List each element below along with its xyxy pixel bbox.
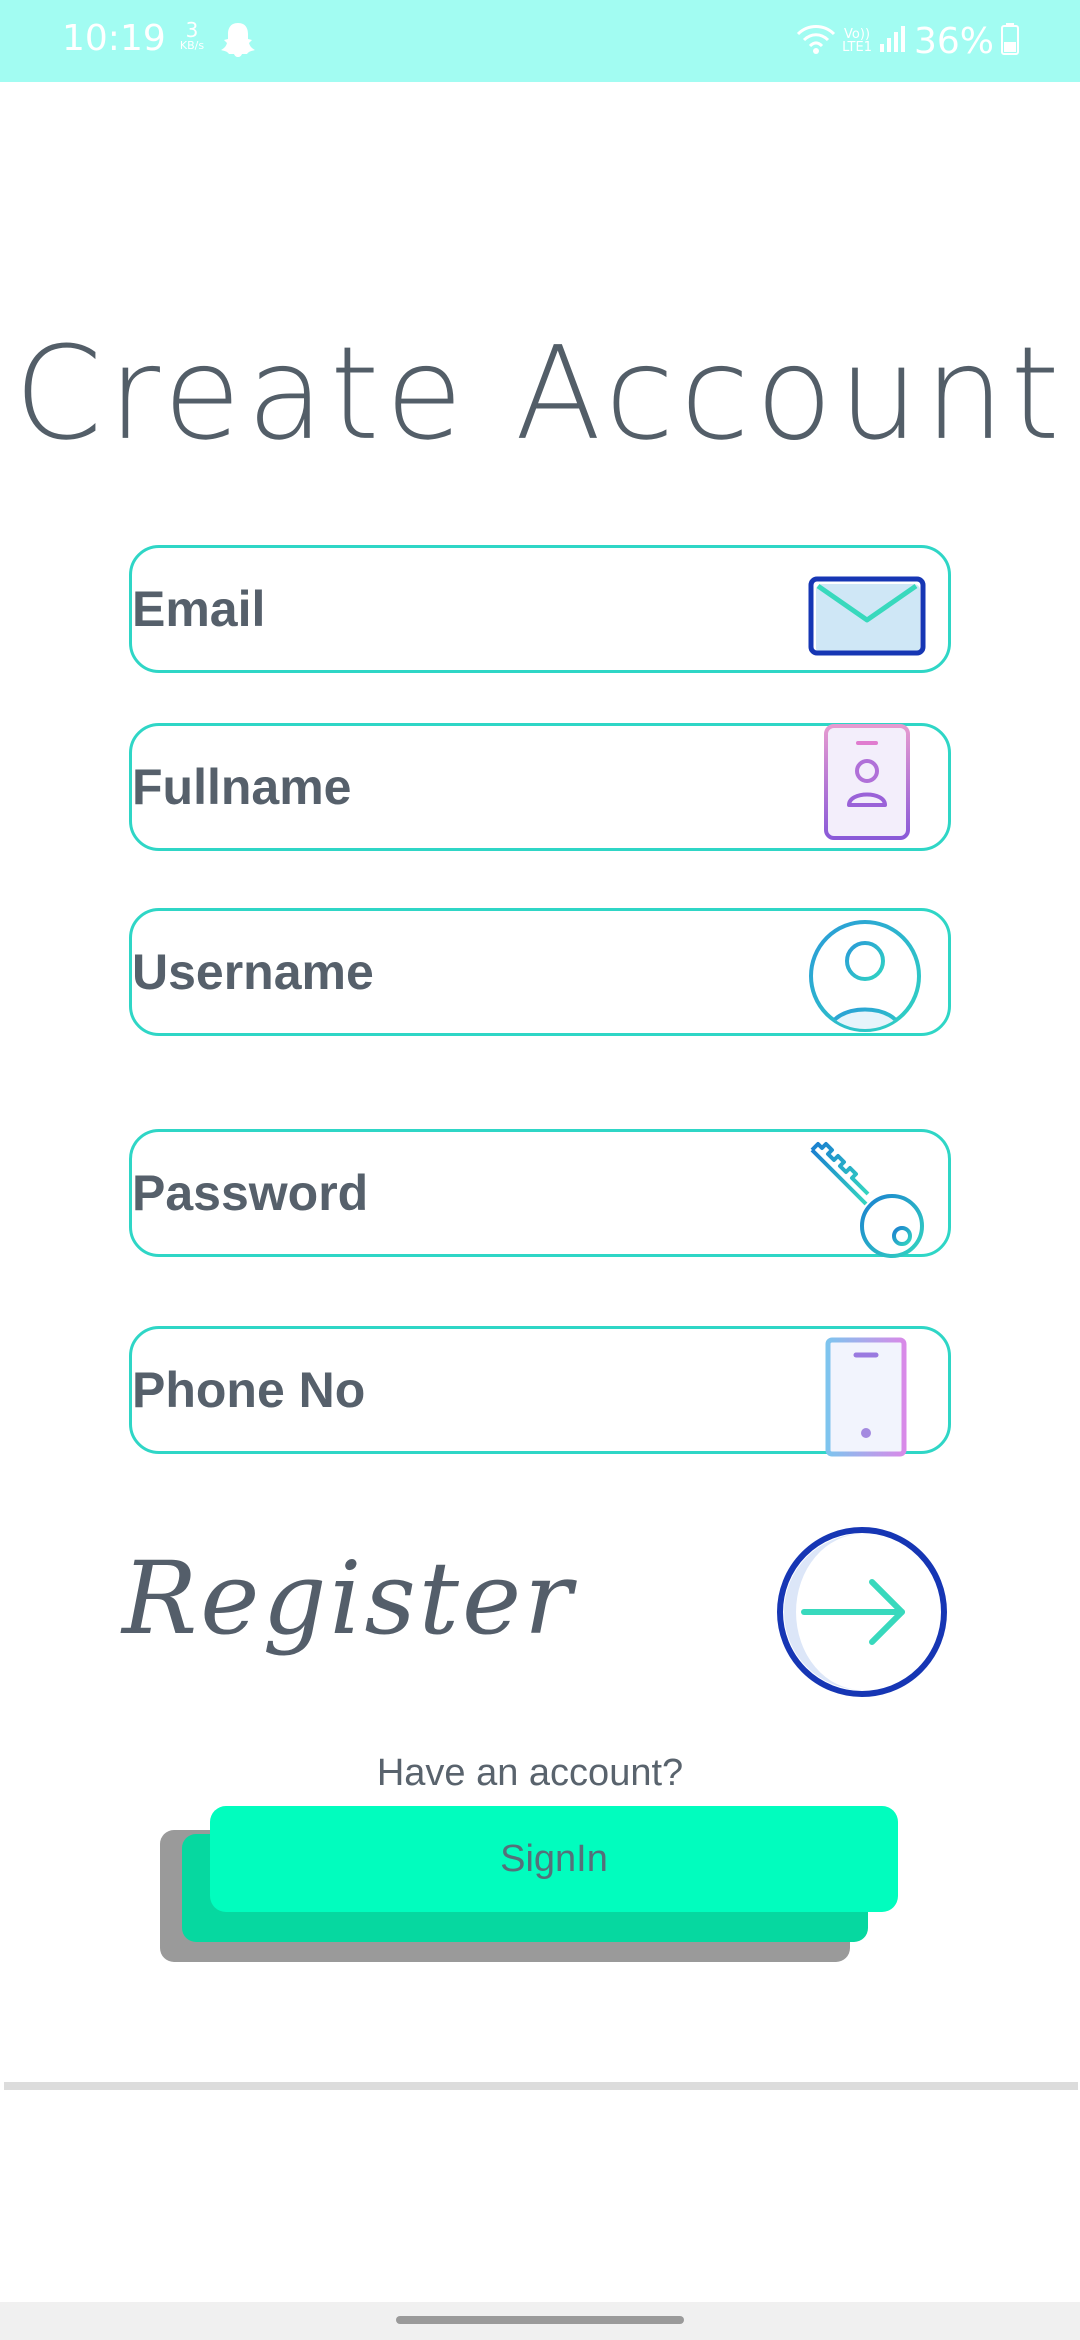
password-field[interactable]: Password [129, 1129, 951, 1258]
page-title: Create Account [14, 318, 1066, 469]
have-account-text: Have an account? [376, 1752, 684, 1794]
snapchat-ghost-icon [220, 20, 256, 65]
network-speed-value: 3 [185, 18, 199, 42]
status-time: 10:19 [62, 18, 166, 59]
fullname-field-label: Fullname [132, 759, 352, 815]
fullname-field[interactable]: Fullname [129, 723, 951, 851]
user-circle-icon [806, 917, 924, 1040]
register-button[interactable] [774, 1524, 950, 1700]
register-label: Register [122, 1540, 575, 1657]
signin-button-label: SignIn [500, 1838, 608, 1880]
id-badge-icon [822, 723, 912, 848]
status-bar: 10:19 3 KB/s Vo)) LTE1 36% [0, 0, 1080, 82]
network-speed-unit: KB/s [179, 39, 205, 52]
volte-indicator: Vo)) LTE1 [842, 28, 872, 54]
home-indicator[interactable] [396, 2316, 684, 2324]
volte-bottom: LTE1 [842, 40, 872, 55]
signin-button[interactable]: SignIn [210, 1806, 898, 1912]
network-speed: 3 KB/s [170, 20, 214, 51]
status-icons: Vo)) LTE1 36% [796, 18, 1020, 64]
email-field-label: Email [132, 581, 266, 637]
password-field-label: Password [132, 1165, 369, 1221]
key-icon [808, 1140, 928, 1267]
wifi-icon [796, 22, 836, 61]
battery-icon [1000, 22, 1020, 61]
username-field[interactable]: Username [129, 908, 951, 1036]
username-field-label: Username [132, 944, 374, 1000]
email-field[interactable]: Email [129, 545, 951, 673]
mail-icon [808, 576, 926, 663]
phone-icon [824, 1337, 908, 1462]
divider [4, 2082, 1078, 2090]
phone-field-label: Phone No [132, 1362, 366, 1418]
signal-icon [878, 24, 908, 59]
phone-field[interactable]: Phone No [129, 1326, 951, 1457]
battery-percent: 36% [913, 20, 994, 62]
arrow-right-circle-icon [777, 1527, 947, 1697]
